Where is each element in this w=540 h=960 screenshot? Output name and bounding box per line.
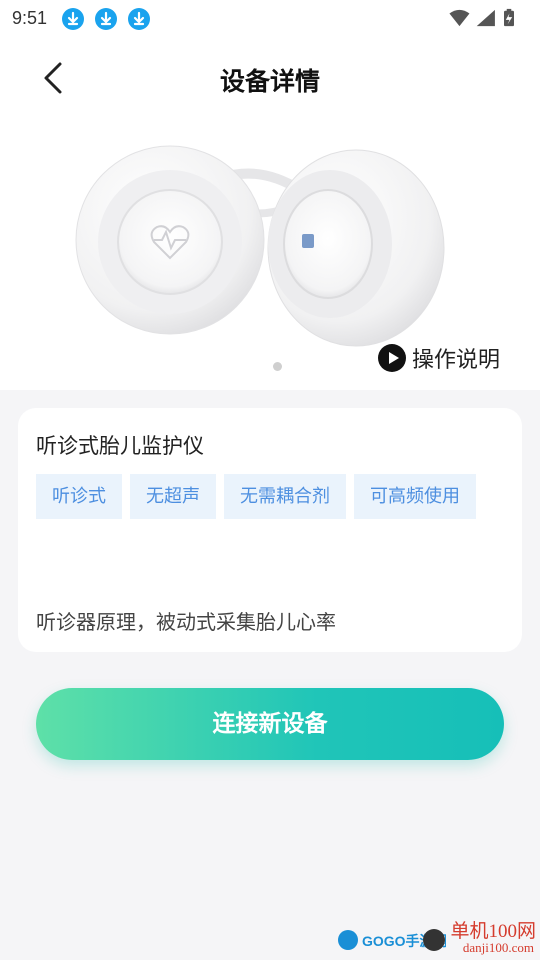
gogo-logo: GOGO手游网 xyxy=(338,929,448,951)
device-name: 听诊式胎儿监护仪 xyxy=(36,434,204,458)
brand-logo xyxy=(302,234,314,248)
watermark-site-name: 单机100网 xyxy=(450,921,536,942)
status-time: 9:51 xyxy=(12,8,48,28)
download-icon xyxy=(128,8,150,30)
operation-guide-label: 操作说明 xyxy=(411,348,500,373)
status-bar: 9:51 xyxy=(0,0,540,36)
connect-new-device-button[interactable]: 连接新设备 xyxy=(36,688,504,760)
wifi-icon xyxy=(449,9,470,27)
product-carousel[interactable]: 操作说明 xyxy=(0,120,540,390)
battery-charging-icon xyxy=(504,8,514,27)
signal-icon xyxy=(476,9,495,27)
operation-guide-button[interactable]: 操作说明 xyxy=(377,342,500,374)
feature-tag: 听诊式 xyxy=(36,474,122,519)
feature-tags: 听诊式 无超声 无需耦合剂 可高频使用 xyxy=(36,474,506,519)
feature-tag: 无需耦合剂 xyxy=(224,474,346,519)
header: 设备详情 xyxy=(0,36,540,120)
feature-tag: 无超声 xyxy=(130,474,216,519)
carousel-indicator-dot xyxy=(273,362,282,371)
watermark: GOGO手游网 单机100网 danji100.com xyxy=(336,916,540,960)
feature-tag: 可高频使用 xyxy=(354,474,476,519)
play-circle-icon xyxy=(377,344,406,372)
status-icons xyxy=(449,8,514,27)
download-icon xyxy=(62,8,84,30)
watermark-site-url: danji100.com xyxy=(462,940,534,955)
download-icon xyxy=(95,8,117,30)
page-title: 设备详情 xyxy=(219,67,320,96)
device-info-card: 听诊式胎儿监护仪 听诊式 无超声 无需耦合剂 可高频使用 听诊器原理，被动式采集… xyxy=(18,408,522,652)
device-description: 听诊器原理，被动式采集胎儿心率 xyxy=(36,610,336,634)
